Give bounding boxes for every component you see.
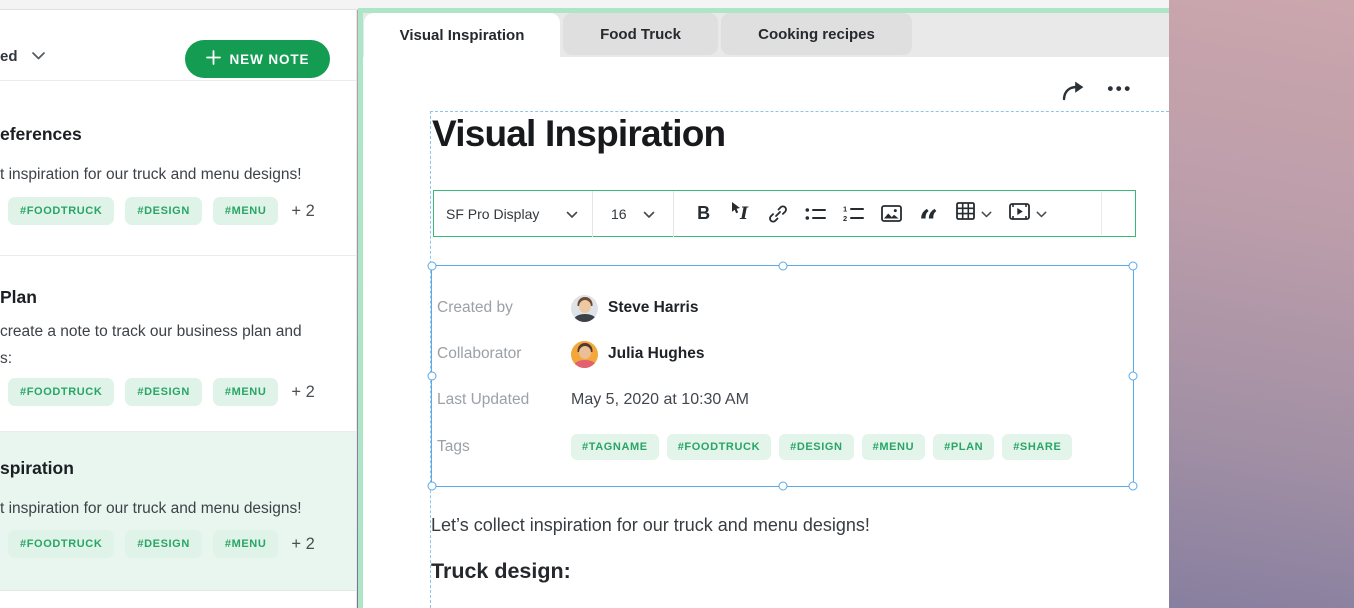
sort-dropdown[interactable]: ed [0, 48, 46, 65]
tag-chip[interactable]: #MENU [862, 434, 926, 460]
tab-visual-inspiration[interactable]: Visual Inspiration [364, 13, 560, 57]
video-icon [1009, 203, 1030, 225]
note-list-item[interactable]: eferences t inspiration for our truck an… [0, 81, 356, 256]
image-icon[interactable] [881, 202, 902, 226]
sidebar-topbar: ed NEW NOTE [0, 10, 356, 81]
tag-chip[interactable]: #MENU [213, 530, 279, 558]
meta-row-tags: Tags #TAGNAME #FOODTRUCK #DESIGN #MENU #… [432, 424, 1133, 470]
meta-value: Julia Hughes [608, 345, 704, 363]
chevron-down-icon [31, 48, 46, 65]
meta-label: Collaborator [432, 345, 571, 363]
note-snippet: t inspiration for our truck and menu des… [0, 161, 302, 188]
font-family-select[interactable]: SF Pro Display [434, 206, 592, 222]
selection-handle[interactable] [1129, 262, 1138, 271]
font-size-value: 16 [611, 206, 627, 222]
avatar [571, 295, 598, 322]
notes-sidebar: ed NEW NOTE eferences t inspiration for … [0, 10, 357, 608]
table-menu[interactable] [956, 202, 992, 225]
formatting-toolbar: SF Pro Display 16 I [433, 190, 1136, 237]
meta-row-created-by: Created by Steve Harris [432, 285, 1133, 331]
selection-handle[interactable] [428, 482, 437, 491]
chevron-down-icon [1036, 205, 1047, 223]
selection-handle[interactable] [428, 372, 437, 381]
tag-chip[interactable]: #FOODTRUCK [8, 530, 114, 558]
text-style-cursor-icon[interactable]: I [731, 202, 751, 226]
avatar [571, 341, 598, 368]
tab-label: Visual Inspiration [400, 27, 525, 44]
selection-handle[interactable] [428, 262, 437, 271]
note-title-heading[interactable]: Visual Inspiration [432, 113, 725, 155]
bold-icon[interactable] [694, 202, 714, 226]
tag-chip[interactable]: #FOODTRUCK [8, 378, 114, 406]
video-menu[interactable] [1009, 203, 1047, 225]
selection-handle[interactable] [1129, 372, 1138, 381]
note-title: eferences [0, 124, 82, 145]
sort-dropdown-label: ed [0, 48, 18, 65]
selection-handle[interactable] [778, 482, 787, 491]
editor-tabbar: Visual Inspiration Food Truck Cooking re… [363, 13, 1169, 57]
chevron-down-icon [566, 206, 578, 222]
meta-label: Created by [432, 299, 571, 317]
toolbar-divider [1101, 192, 1102, 235]
tag-chip[interactable]: #DESIGN [125, 530, 202, 558]
bullet-list-icon[interactable] [805, 202, 826, 226]
more-tags-count[interactable]: + 2 [291, 202, 314, 221]
tag-chip[interactable]: #MENU [213, 197, 279, 225]
tab-cooking-recipes[interactable]: Cooking recipes [721, 13, 912, 55]
app-window: ed NEW NOTE eferences t inspiration for … [0, 0, 1354, 608]
meta-value: Steve Harris [608, 299, 698, 317]
tag-chip[interactable]: #PLAN [933, 434, 994, 460]
tab-label: Cooking recipes [758, 26, 875, 43]
font-family-value: SF Pro Display [446, 206, 539, 222]
meta-row-last-updated: Last Updated May 5, 2020 at 10:30 AM [432, 377, 1133, 423]
tag-chip[interactable]: #SHARE [1002, 434, 1072, 460]
more-tags-count[interactable]: + 2 [291, 535, 314, 554]
note-snippet: t inspiration for our truck and menu des… [0, 495, 302, 522]
tag-chip[interactable]: #MENU [213, 378, 279, 406]
svg-text:1: 1 [843, 205, 847, 214]
tab-food-truck[interactable]: Food Truck [563, 13, 718, 55]
note-list-item[interactable]: Plan create a note to track our business… [0, 256, 356, 432]
tag-chip[interactable]: #TAGNAME [571, 434, 659, 460]
note-paragraph[interactable]: Let’s collect inspiration for our truck … [431, 515, 870, 536]
selection-handle[interactable] [1129, 482, 1138, 491]
tag-chip[interactable]: #DESIGN [779, 434, 854, 460]
meta-value: May 5, 2020 at 10:30 AM [571, 391, 749, 409]
note-section-heading[interactable]: Truck design: [431, 559, 571, 584]
meta-label: Last Updated [432, 391, 571, 409]
new-note-label: NEW NOTE [230, 52, 310, 67]
note-title: spiration [0, 458, 74, 479]
note-snippet: create a note to track our business plan… [0, 318, 345, 372]
table-icon [956, 202, 975, 225]
note-list-item-selected[interactable]: spiration t inspiration for our truck an… [0, 432, 356, 591]
chevron-down-icon [643, 206, 655, 222]
link-icon[interactable] [768, 202, 788, 226]
new-note-button[interactable]: NEW NOTE [185, 40, 330, 78]
note-editor: ••• Visual Inspiration SF Pro Display 16 [363, 57, 1169, 608]
tag-chip[interactable]: #FOODTRUCK [8, 197, 114, 225]
svg-text:2: 2 [843, 214, 847, 222]
plus-icon [206, 50, 221, 68]
font-size-select[interactable]: 16 [593, 206, 673, 222]
share-icon[interactable] [1061, 80, 1087, 102]
selection-handle[interactable] [778, 262, 787, 271]
meta-label: Tags [432, 438, 571, 456]
note-metadata-block[interactable]: Created by Steve Harris Collaborator Jul… [431, 265, 1134, 487]
chevron-down-icon [981, 205, 992, 223]
tag-chip[interactable]: #FOODTRUCK [667, 434, 771, 460]
tab-label: Food Truck [600, 26, 681, 43]
note-title: Plan [0, 287, 37, 308]
blockquote-icon[interactable] [919, 202, 939, 226]
more-tags-count[interactable]: + 2 [291, 383, 314, 402]
numbered-list-icon[interactable]: 1 2 [843, 202, 864, 226]
meta-row-collaborator: Collaborator Julia Hughes [432, 331, 1133, 377]
tag-chip[interactable]: #DESIGN [125, 197, 202, 225]
more-options-icon[interactable]: ••• [1103, 77, 1137, 101]
tag-chip[interactable]: #DESIGN [125, 378, 202, 406]
